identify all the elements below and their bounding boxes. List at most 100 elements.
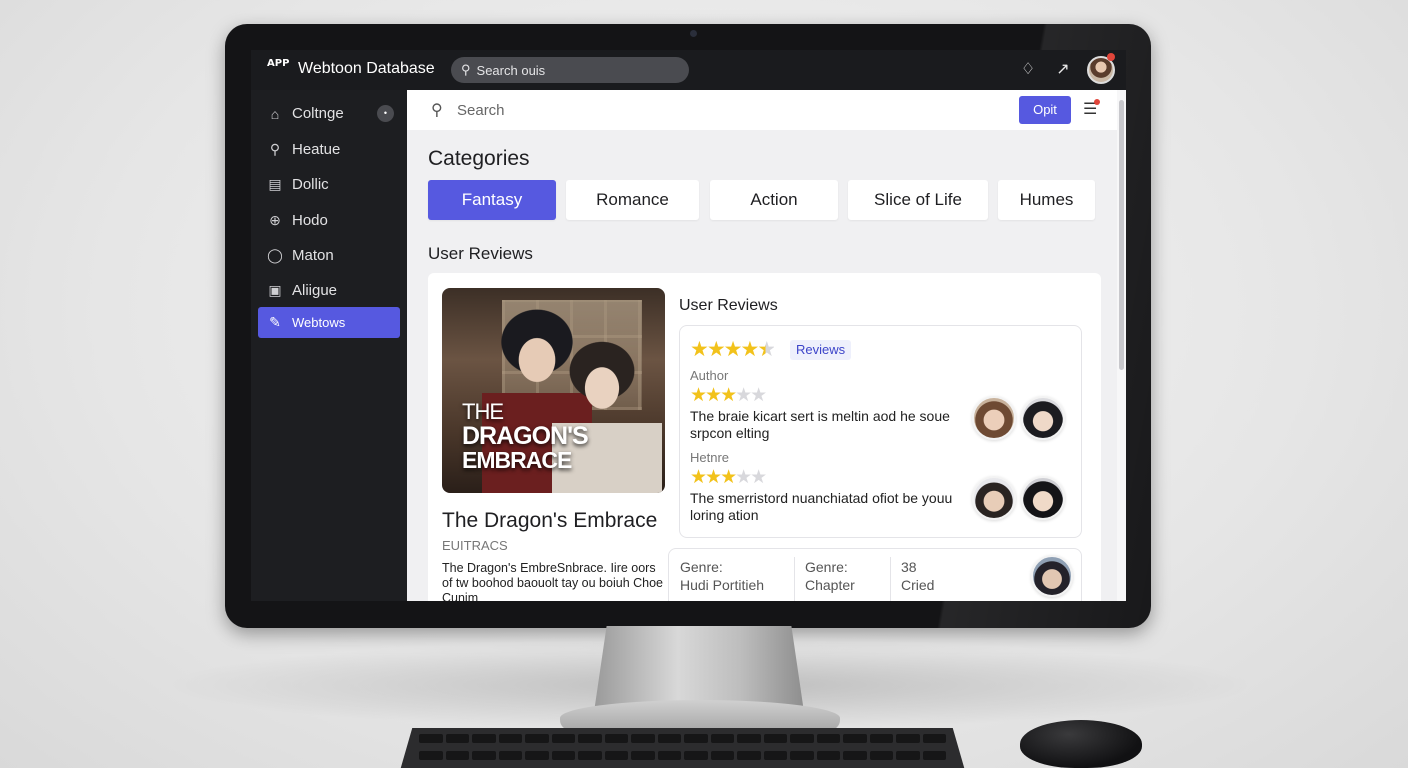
sidebar-item-label: Webtows: [292, 315, 346, 330]
sidebar-item-coltnge[interactable]: ⌂ Coltnge •: [258, 98, 400, 129]
keyboard-key: [763, 734, 787, 743]
menu-icon[interactable]: ☰: [1083, 100, 1103, 120]
sidebar-item-aliigue[interactable]: ▣ Aliigue: [258, 275, 400, 306]
external-link-icon[interactable]: ↗: [1053, 60, 1073, 80]
cover-title-text: THE DRAGON'S EMBRACE: [462, 399, 589, 473]
keyboard-key: [790, 734, 814, 743]
keyboard-key: [419, 751, 443, 760]
category-chip-humes[interactable]: Humes: [998, 180, 1095, 220]
webcam: [690, 30, 697, 37]
image-icon: ▣: [268, 282, 282, 298]
keyboard-key: [684, 734, 708, 743]
app-logo[interactable]: APP: [267, 59, 289, 81]
book-cover-image[interactable]: THE DRAGON'S EMBRACE: [442, 288, 665, 493]
keyboard-key: [737, 734, 761, 743]
top-search-input[interactable]: ⚲ Search ouis: [451, 57, 689, 83]
keyboard-key: [816, 734, 840, 743]
sidebar-item-webtows[interactable]: ✎ Webtows: [258, 307, 400, 338]
keyboard-key: [551, 734, 575, 743]
monitor-stand-base: [560, 700, 840, 730]
notification-icon[interactable]: ♢: [1018, 60, 1038, 80]
reviews-title: User Reviews: [679, 297, 778, 314]
keyboard-key: [472, 734, 496, 743]
zoom-icon: ⊕: [269, 212, 281, 228]
search-icon: ⚲: [431, 102, 443, 119]
sidebar-item-label: Maton: [292, 247, 334, 264]
reviewer-avatar[interactable]: [972, 476, 1016, 520]
keyboard-key: [525, 734, 549, 743]
option-button[interactable]: Opit: [1019, 96, 1071, 124]
cover-title-line2: DRAGON'S: [462, 422, 589, 450]
sidebar-item-hodo[interactable]: ⊕ Hodo: [258, 205, 400, 236]
cover-title-line3: EMBRACE: [462, 447, 572, 473]
sidebar: ⌂ Coltnge • ⚲ Heatue ▤ Dollic ⊕ Hodo ◯ M…: [251, 90, 407, 601]
sidebar-item-maton[interactable]: ◯ Maton: [258, 240, 400, 271]
keyboard-key: [551, 751, 575, 760]
book-info-panel: Genre: Hudi Portitieh Genre: Chapter 38 …: [668, 548, 1082, 601]
overall-rating-stars: ★★★★★: [690, 338, 776, 361]
review-text: The smerristord nuanchiatad ofiot be you…: [690, 490, 953, 523]
keyboard-key: [763, 751, 787, 760]
screen: APP Webtoon Database ⚲ Search ouis ♢ ↗ ⌂…: [251, 50, 1126, 601]
author-avatar[interactable]: [1031, 555, 1073, 597]
category-chip-slice-of-life[interactable]: Slice of Life: [848, 180, 988, 220]
notification-dot: [1107, 53, 1115, 61]
sidebar-item-dollic[interactable]: ▤ Dollic: [258, 169, 400, 200]
title-bar: APP Webtoon Database ⚲ Search ouis ♢ ↗: [251, 50, 1126, 90]
keyboard-key: [445, 734, 469, 743]
keyboard-key: [896, 751, 920, 760]
main-search-placeholder: Search: [457, 102, 505, 119]
keyboard-key: [631, 751, 655, 760]
menu-notification-dot: [1094, 99, 1100, 105]
review-stars: ★★★★★: [690, 385, 767, 406]
info-genre-label: Genre:: [680, 559, 723, 575]
reviewer-avatar[interactable]: [1021, 476, 1065, 520]
keyboard-key: [843, 734, 867, 743]
search-icon: ⚲: [461, 62, 471, 77]
keyboard-key: [684, 751, 708, 760]
divider: [794, 557, 795, 601]
home-icon: ⌂: [270, 105, 280, 122]
main-panel: ⚲ Search Opit ☰ Categories Fantasy Roman…: [407, 90, 1126, 601]
reviews-tag[interactable]: Reviews: [790, 340, 852, 360]
cover-title-line1: THE: [462, 399, 504, 424]
keyboard-key: [816, 751, 840, 760]
sidebar-item-label: Heatue: [292, 141, 341, 158]
category-chip-action[interactable]: Action: [710, 180, 838, 220]
keyboard-key: [710, 751, 734, 760]
book-subtitle: EUITRACS: [442, 538, 508, 553]
review-author: Hetnre: [690, 450, 730, 465]
main-search-bar[interactable]: ⚲ Search Opit ☰: [407, 90, 1117, 130]
keyboard-key: [922, 734, 946, 743]
keyboard-key: [578, 734, 602, 743]
app-title: Webtoon Database: [298, 60, 435, 77]
reviewer-avatar[interactable]: [972, 396, 1016, 440]
review-stars: ★★★★★: [690, 467, 767, 488]
keyboard-key: [445, 751, 469, 760]
keyboard-key: [737, 751, 761, 760]
divider: [890, 557, 891, 601]
top-search-placeholder: Search ouis: [476, 62, 546, 78]
keyboard-key: [869, 751, 893, 760]
categories-title: Categories: [428, 147, 530, 170]
info-genre-1: Genre: Hudi Portitieh: [680, 558, 764, 594]
book-title[interactable]: The Dragon's Embrace: [442, 509, 657, 533]
sidebar-item-label: Hodo: [292, 212, 328, 229]
category-chip-fantasy[interactable]: Fantasy: [428, 180, 556, 220]
user-reviews-section-title: User Reviews: [428, 244, 533, 263]
keyboard-key: [869, 734, 893, 743]
keyboard-key: [790, 751, 814, 760]
mouse: [1020, 720, 1142, 768]
document-icon: ▤: [268, 176, 282, 192]
keyboard-key: [657, 734, 681, 743]
info-genre-2: Genre: Chapter: [805, 558, 855, 594]
scrollbar-thumb[interactable]: [1119, 100, 1124, 370]
keyboard-key: [710, 734, 734, 743]
keyboard: [395, 728, 970, 768]
category-chip-romance[interactable]: Romance: [566, 180, 699, 220]
keyboard-key: [604, 734, 628, 743]
sidebar-item-heatue[interactable]: ⚲ Heatue: [258, 134, 400, 165]
reviewer-avatar[interactable]: [1021, 396, 1065, 440]
info-count: 38 Cried: [901, 558, 934, 594]
keyboard-key: [631, 734, 655, 743]
